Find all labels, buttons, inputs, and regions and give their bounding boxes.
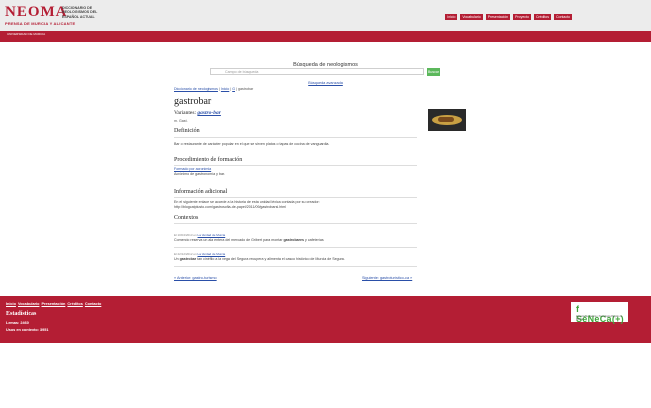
breadcrumb: Diccionario de neologismos | Inicio | G … [174,87,253,91]
context-term: gastrobares [283,238,305,242]
pager-prev: « Anterior: gastro-turismo [174,276,217,280]
definition-heading: Definición [174,128,200,134]
search-button[interactable]: Buscar [427,68,440,76]
context-term: gastrobar [179,257,197,261]
advanced-search-link[interactable]: Búsqueda avanzada [308,81,343,85]
next-entry-link[interactable]: Siguiente: gastroturístico-ca » [362,276,412,280]
university-logo[interactable]: UNIVERSIDAD DE MURCIA [7,32,45,37]
context-date: El 10/04/2013 en [174,233,197,237]
previous-entry-link[interactable]: « Anterior: gastro-turismo [174,276,217,280]
sponsor-logo[interactable]: f SéNeCa(+) Agencia de Ciencia y Tecnolo… [571,302,628,324]
divider [174,247,417,248]
divider [174,223,417,224]
variants: Variantes: gastro-bar [174,110,221,116]
main-nav: Inicio Vocabulario Presentación Proyecto… [445,14,572,20]
nav-contacto[interactable]: Contacto [553,14,572,20]
breadcrumb-separator: | [236,87,237,91]
footer-link-vocabulario[interactable]: Vocabulario [18,302,39,306]
nav-proyecto[interactable]: Proyecto [513,14,531,20]
sponsor-name: f SéNeCa(+) [576,304,624,324]
nav-creditos[interactable]: Créditos [533,14,551,20]
extra-info-heading: Información adicional [174,189,228,195]
breadcrumb-dictionary[interactable]: Diccionario de neologismos [174,87,218,91]
breadcrumb-index[interactable]: Inicio [221,87,229,91]
variants-label: Variantes: [174,110,196,116]
footer-link-presentacion[interactable]: Presentación [42,302,66,306]
divider [174,197,417,198]
context-text: Comercio reserva un ala entera del merca… [174,238,419,243]
stat-lemmas: Lemas: 2460 [6,321,29,325]
page-title: gastrobar [174,96,212,107]
stat-contexts: Usos en contexto: 3951 [6,328,48,332]
divider [174,137,417,138]
stat-value: 2460 [20,321,29,325]
context-meta: El 22/12/2012 en La Verdad de Murcia [174,252,225,256]
site-logo[interactable]: NEOMA [5,5,68,20]
pager-next: Siguiente: gastroturístico-ca » [362,276,412,280]
contexts-heading: Contextos [174,215,199,221]
footer-link-creditos[interactable]: Créditos [67,302,82,306]
context-after: tan cinéfilo a la vega del Segura recupe… [196,257,345,261]
grammatical-category: m. Gast. [174,119,188,123]
footer-link-inicio[interactable]: Inicio [6,302,16,306]
footer-link-contacto[interactable]: Contacto [85,302,101,306]
definition-text: Bar o restaurante de carácter popular en… [174,142,330,146]
context-source-link[interactable]: La Verdad de Murcia [198,252,226,256]
stats-heading: Estadísticas [6,311,37,317]
site-description: DICCIONARIO DE NEOLOGISMOS DEL ESPAÑOL A… [62,6,98,19]
image-food [438,117,454,122]
divider [174,165,417,166]
site-footer: Inicio Vocabulario Presentación Créditos… [0,296,651,343]
site-tagline: PRENSA DE MURCIA Y ALICANTE [5,21,76,26]
footer-links: Inicio Vocabulario Presentación Créditos… [6,302,102,306]
extra-info-text: En el siguiente enlace se accede a la hi… [174,200,320,204]
nav-inicio[interactable]: Inicio [445,14,458,20]
sponsor-subtitle: Agencia de Ciencia y Tecnología Región d… [576,315,623,321]
context-before: Comercio reserva un ala entera del merca… [174,238,284,242]
breadcrumb-separator: | [218,87,220,91]
search-input[interactable]: Campo de búsqueda [210,68,424,75]
formation-link[interactable]: Formado por acronimia [174,167,211,171]
context-date: El 22/12/2012 en [174,252,197,256]
context-meta: El 10/04/2013 en La Verdad de Murcia [174,233,225,237]
university-band: UNIVERSIDAD DE MURCIA [0,31,651,42]
breadcrumb-letter[interactable]: G [232,87,235,91]
advanced-search: Búsqueda avanzada [0,81,651,85]
context-source-link[interactable]: La Verdad de Murcia [198,233,226,237]
extra-info-block: En el siguiente enlace se accede a la hi… [174,200,419,209]
nav-vocabulario[interactable]: Vocabulario [460,14,483,20]
stat-label: Lemas: [6,321,20,325]
entry-image[interactable] [428,109,466,131]
formation-heading: Procedimiento de formación [174,157,243,163]
stat-label: Usos en contexto: [6,328,39,332]
variant-link[interactable]: gastro-bar [197,110,221,116]
context-text: Un gastrobar tan cinéfilo a la vega del … [174,257,419,262]
formation-block: Formado por acronimia Acrónimo de gastro… [174,167,419,176]
context-after: y cafeterías [304,238,324,242]
formation-text: Acrónimo de gastronomía y bar. [174,171,225,176]
breadcrumb-current: gastrobar [237,87,254,91]
site-header: NEOMA PRENSA DE MURCIA Y ALICANTE DICCIO… [0,0,651,31]
nav-presentacion[interactable]: Presentación [485,14,511,20]
divider [174,266,417,267]
stat-value: 3951 [39,328,49,332]
extra-info-url[interactable]: http://blogcatplusto.com/gastrosofia-de-… [174,205,286,209]
